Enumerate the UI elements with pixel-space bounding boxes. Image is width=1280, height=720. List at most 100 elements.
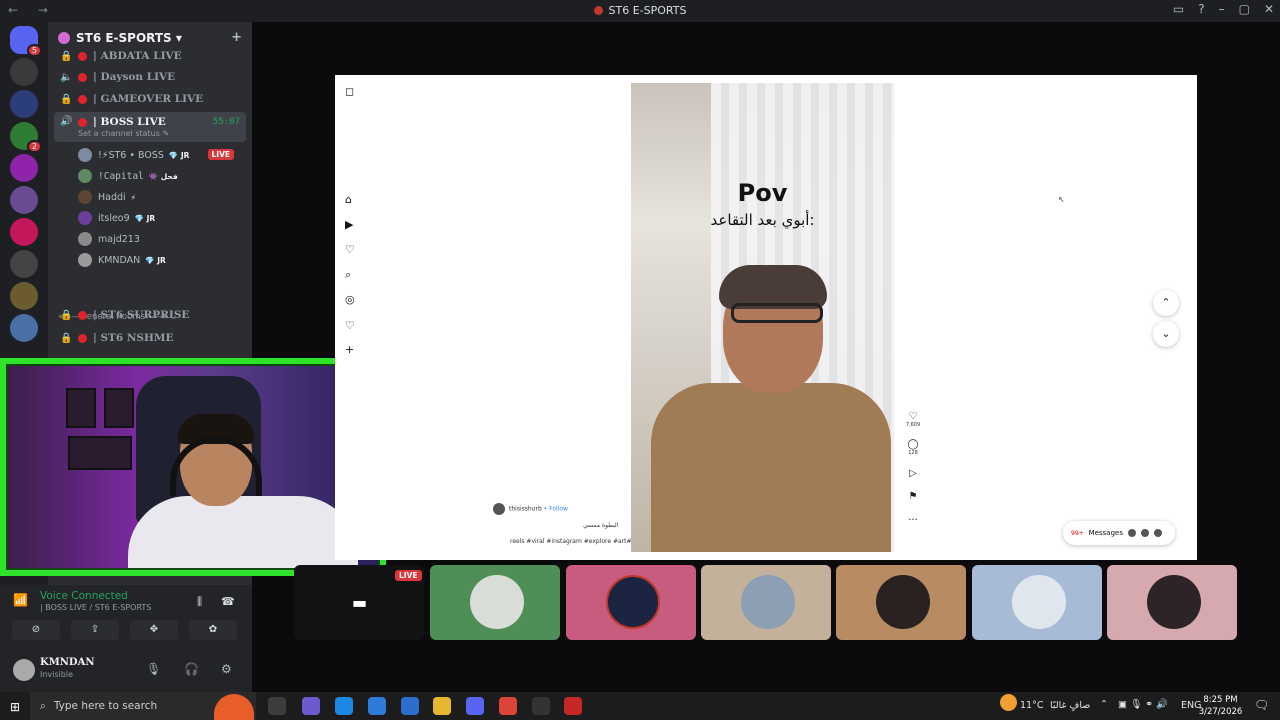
share-screen-button[interactable]: ⇪ (71, 620, 119, 640)
heart-icon[interactable]: ♡ (345, 319, 355, 332)
server-server-8[interactable] (10, 250, 38, 278)
soundboard-button[interactable]: ✿ (189, 620, 237, 640)
avatar (78, 232, 92, 246)
help-icon[interactable]: ? (1198, 2, 1204, 16)
discord-taskbar-icon[interactable] (466, 697, 484, 715)
comment-icon: ◯ (907, 439, 919, 450)
server-sx[interactable] (10, 282, 38, 310)
participant-tile[interactable] (430, 565, 560, 640)
voice-member[interactable]: !⚡ST6 • BOSS 💎 JR LIVE (78, 145, 240, 165)
notifications-icon[interactable]: 🗨 (1254, 698, 1269, 712)
activities-button[interactable]: ✥ (130, 620, 178, 640)
messages-button[interactable]: 99+ Messages (1063, 521, 1175, 545)
task-view-icon[interactable] (268, 697, 286, 715)
live-dot (78, 333, 87, 343)
server-mesk[interactable] (10, 218, 38, 246)
avatar[interactable] (13, 659, 35, 681)
weather-text[interactable]: صافٍ غالبًا (1050, 700, 1090, 711)
instagram-logo-icon[interactable]: ◻ (345, 85, 354, 98)
voice-member[interactable]: KMNDAN 💎 JR (78, 250, 240, 270)
author-name[interactable]: thisisshurb (509, 506, 542, 513)
reels-icon[interactable]: ▶ (345, 218, 353, 231)
file-explorer-icon[interactable] (433, 697, 451, 715)
microphone-icon[interactable]: 🎙 (146, 662, 161, 676)
more-button[interactable]: ··· (903, 515, 923, 526)
search-icon[interactable]: ⌕ (345, 268, 351, 282)
participant-tile[interactable] (566, 565, 696, 640)
channel-abdata[interactable]: 🔒 | ABDATA LIVE (54, 46, 246, 66)
avatar (1147, 575, 1201, 629)
channel-gameover[interactable]: 🔒 | GAMEOVER LIVE (54, 89, 246, 109)
noise-suppression-icon[interactable]: ⫼ (197, 595, 202, 609)
voice-connected-label[interactable]: Voice Connected (40, 590, 128, 602)
server-server-10[interactable] (10, 314, 38, 342)
server-xjc[interactable]: 2 (10, 122, 42, 153)
tray-icons[interactable]: ▣ 🎙 ⚭ 🔊 (1118, 699, 1168, 710)
obs-icon[interactable] (532, 697, 550, 715)
store-icon[interactable] (368, 697, 386, 715)
mail-icon[interactable] (401, 697, 419, 715)
next-reel-button[interactable]: ⌄ (1153, 321, 1179, 347)
server-m7[interactable] (10, 154, 38, 182)
voice-channel-path[interactable]: | BOSS LIVE / ST6 E-SPORTS (40, 603, 151, 612)
like-button[interactable]: ♡ 7,609 (903, 411, 923, 428)
weather-icon[interactable] (1000, 694, 1017, 711)
acrobat-icon[interactable] (564, 697, 582, 715)
windows-start-icon[interactable]: ⊞ (10, 700, 20, 714)
guild-name: ST6 E-SPORTS ▾ (76, 31, 182, 45)
voice-member[interactable]: !Capital 👾 فحل (78, 166, 240, 186)
create-icon[interactable]: + (345, 343, 354, 356)
participant-tile[interactable] (1107, 565, 1237, 640)
maximize-button[interactable]: ▢ (1239, 2, 1250, 16)
reel-video[interactable]: Pov أبوي بعد التقاعد: (631, 83, 894, 552)
voice-member[interactable]: majd213 (78, 229, 240, 249)
previous-reel-button[interactable]: ⌃ (1153, 290, 1179, 316)
headphones-icon[interactable]: 🎧 (184, 662, 199, 676)
minimize-button[interactable]: – (1219, 2, 1225, 16)
camera-off-button[interactable]: ⊘ (12, 620, 60, 640)
server-st6[interactable] (10, 58, 38, 86)
chrome-icon[interactable] (499, 697, 517, 715)
home-icon[interactable]: ⌂ (345, 193, 352, 206)
stream-stage[interactable]: ◻ ⌂ ▶ ♡ ⌕ ◎ ♡ + Pov أبوي بعد التقاعد: ♡ 7,609 ◯… (335, 75, 1197, 560)
server-server-3[interactable] (10, 90, 38, 118)
save-button[interactable]: ⚑ (903, 491, 923, 502)
add-user-icon[interactable]: + (231, 30, 242, 45)
member-tag: 💎 JR (145, 255, 166, 265)
explore-icon[interactable]: ◎ (345, 293, 355, 306)
server-discord-home[interactable]: 5 (10, 26, 42, 57)
copilot-icon[interactable] (302, 697, 320, 715)
follow-link[interactable]: • Follow (544, 506, 568, 513)
avatar (78, 253, 92, 267)
weather-temp[interactable]: 11°C (1020, 700, 1043, 711)
window-title-text: ST6 E-SPORTS (608, 4, 687, 17)
participant-tile[interactable] (836, 565, 966, 640)
channel-nshme[interactable]: 🔒 | ST6 NSHME (54, 328, 246, 348)
share-button[interactable]: ▷ (903, 468, 923, 479)
edge-icon[interactable] (335, 697, 353, 715)
username[interactable]: KMNDAN (40, 657, 94, 668)
voice-member[interactable]: Haddi ⚡ (78, 187, 240, 207)
signal-icon[interactable]: 📶 (13, 593, 28, 607)
disconnect-icon[interactable]: ☎ (221, 595, 235, 608)
close-button[interactable]: ✕ (1264, 2, 1274, 16)
reel-author[interactable]: thisisshurb • Follow (493, 503, 568, 515)
avatar (78, 148, 92, 162)
comment-button[interactable]: ◯ 128 (903, 439, 923, 456)
participant-tile[interactable] (972, 565, 1102, 640)
gear-icon[interactable]: ⚙ (221, 662, 232, 676)
channel-boss-live[interactable]: 🔊 | BOSS LIVE 55:07 Set a channel status… (54, 112, 246, 142)
tray-chevron-icon[interactable]: ⌃ (1100, 699, 1108, 710)
participant-tile[interactable] (701, 565, 831, 640)
channel-dayson[interactable]: 🔈 | Dayson LIVE (54, 67, 246, 87)
server-server-6[interactable] (10, 186, 38, 214)
taskbar-clock[interactable]: 8:25 PM 3/27/2026 (1198, 694, 1243, 718)
inbox-icon[interactable]: ▭ (1173, 2, 1184, 16)
channel-name: | Dayson LIVE (93, 71, 176, 83)
voice-member[interactable]: itsleo9 💎 JR (78, 208, 240, 228)
notifications-icon[interactable]: ♡ (345, 243, 355, 256)
channel-status[interactable]: Set a channel status ✎ (78, 129, 169, 138)
screen-share-tile[interactable]: ▬ LIVE (294, 565, 424, 640)
member-name: KMNDAN (98, 254, 141, 266)
channel-surprise[interactable]: 🔒 | ST6 SURPRISE (54, 305, 246, 325)
